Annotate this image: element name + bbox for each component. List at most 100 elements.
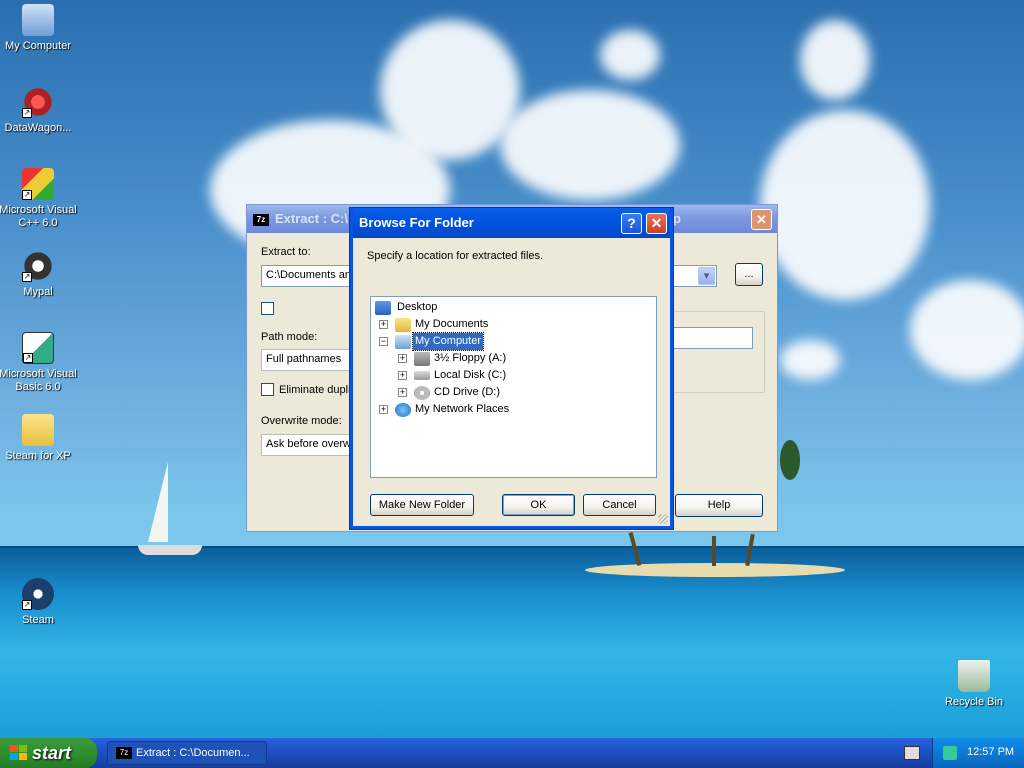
expand-icon[interactable]: + [379,320,388,329]
palm-tree [712,536,716,566]
system-tray: 12:57 PM [932,738,1024,768]
overwrite-mode-select[interactable]: Ask before overw [261,434,351,456]
folder-tree[interactable]: Desktop + My Documents − My Computer + 3… [370,296,657,478]
desktop-icon-label: Steam [22,614,54,626]
folder-icon [22,414,54,446]
tree-node-label: Local Disk (C:) [434,369,507,381]
password-field[interactable] [673,327,753,349]
7zip-app-icon: 7z [116,747,132,759]
expand-icon[interactable]: + [398,388,407,397]
extract-window-title: Extract : C:\ [275,211,348,226]
browse-button[interactable]: ... [735,263,763,286]
help-button[interactable]: Help [675,494,763,517]
cancel-button[interactable]: Cancel [583,494,656,516]
desktop-icon-my-computer[interactable]: My Computer [0,4,80,53]
browse-close-button[interactable]: ✕ [646,213,667,234]
tree-node-label: My Documents [415,318,489,330]
cloud [760,110,930,300]
sea [0,548,1024,738]
password-groupbox [667,311,765,393]
extract-title-suffix: p [673,211,681,226]
mypal-icon: ↗ [22,250,54,282]
floppy-icon [414,352,430,366]
desktop-icon [375,301,391,315]
tree-node-label: My Network Places [415,403,510,415]
desktop-icon-mypal[interactable]: ↗ Mypal [0,250,80,299]
visual-cpp-icon: ↗ [22,168,54,200]
browse-dialog-body: Specify a location for extracted files. … [353,238,670,526]
desktop-icon-steam[interactable]: ↗ Steam [0,578,80,627]
expand-icon[interactable]: + [398,354,407,363]
desktop-icon-label: Mypal [23,286,53,298]
start-button[interactable]: start [0,738,97,768]
extract-to-field[interactable]: C:\Documents and [261,265,351,287]
start-label: start [32,743,72,763]
eliminate-duplicates-label: Eliminate duplic [279,384,357,396]
desktop-icon-recycle-bin[interactable]: Recycle Bin [932,660,1016,709]
extract-to-dropdown[interactable]: ▾ [673,265,717,287]
datawagon-icon: ↗ [22,86,54,118]
taskbar: start 7z Extract : C:\Documen... 12:57 P… [0,738,1024,768]
desktop-icon-label: Recycle Bin [944,696,1004,708]
network-icon[interactable] [943,746,957,760]
local-disk-icon [414,371,430,380]
checkbox[interactable] [261,302,274,315]
visual-basic-icon: ↗ [22,332,54,364]
resize-grip[interactable] [658,514,668,524]
overwrite-mode-label: Overwrite mode: [261,415,342,427]
path-mode-select[interactable]: Full pathnames [261,349,351,371]
taskbar-button-extract[interactable]: 7z Extract : C:\Documen... [107,741,267,765]
cloud [600,30,660,80]
cd-drive-icon [414,386,430,400]
recycle-bin-icon [958,660,990,692]
palm-leaves [780,440,800,480]
path-mode-label: Path mode: [261,331,318,343]
tree-node-label-selected: My Computer [411,332,485,351]
desktop-icon-datawagon[interactable]: ↗ DataWagon... [0,86,80,135]
help-question-button[interactable]: ? [621,213,642,234]
eliminate-duplicates-checkbox[interactable] [261,383,274,396]
browse-dialog-title: Browse For Folder [359,215,474,230]
desktop-icon-label: DataWagon... [4,122,72,134]
instruction-text: Specify a location for extracted files. [367,250,544,262]
my-computer-icon [395,335,411,349]
clock[interactable]: 12:57 PM [967,746,1014,758]
desktop-icon-label: Microsoft Visual C++ 6.0 [0,204,77,229]
cloud [780,340,840,380]
desktop-icon-visual-cpp[interactable]: ↗ Microsoft Visual C++ 6.0 [0,168,80,230]
steam-icon: ↗ [22,578,54,610]
collapse-icon[interactable]: − [379,337,388,346]
sailboat-hull [138,545,202,555]
desktop-icon-label: My Computer [4,40,72,52]
extract-close-button[interactable]: ✕ [751,209,772,230]
make-new-folder-button[interactable]: Make New Folder [370,494,474,516]
my-documents-icon [395,318,411,332]
my-computer-icon [22,4,54,36]
network-places-icon [395,403,411,417]
desktop-icon-label: Steam for XP [5,450,71,462]
desktop-icon-label: Microsoft Visual Basic 6.0 [0,368,77,393]
desktop-icon-visual-basic[interactable]: ↗ Microsoft Visual Basic 6.0 [0,332,80,394]
extract-to-label: Extract to: [261,246,311,258]
browse-for-folder-dialog: Browse For Folder ? ✕ Specify a location… [349,207,674,530]
tree-node-label: CD Drive (D:) [434,386,500,398]
desktop-icon-steam-for-xp[interactable]: Steam for XP [0,414,80,463]
close-icon: ✕ [756,212,767,227]
cloud [910,280,1024,380]
cloud [800,20,870,100]
browse-titlebar[interactable]: Browse For Folder ? ✕ [353,208,670,238]
sailboat-sail [148,462,168,542]
cloud [500,90,680,200]
keyboard-icon[interactable] [904,746,920,760]
windows-flag-icon [10,745,28,761]
cloud [380,20,520,160]
question-mark-icon: ? [627,215,636,231]
close-icon: ✕ [650,215,663,231]
tree-node-label: 3½ Floppy (A:) [434,352,507,364]
taskbar-button-label: Extract : C:\Documen... [136,747,250,759]
tree-node-label: Desktop [397,301,438,313]
expand-icon[interactable]: + [398,371,407,380]
ok-button[interactable]: OK [502,494,575,516]
chevron-down-icon[interactable]: ▾ [698,267,715,285]
expand-icon[interactable]: + [379,405,388,414]
